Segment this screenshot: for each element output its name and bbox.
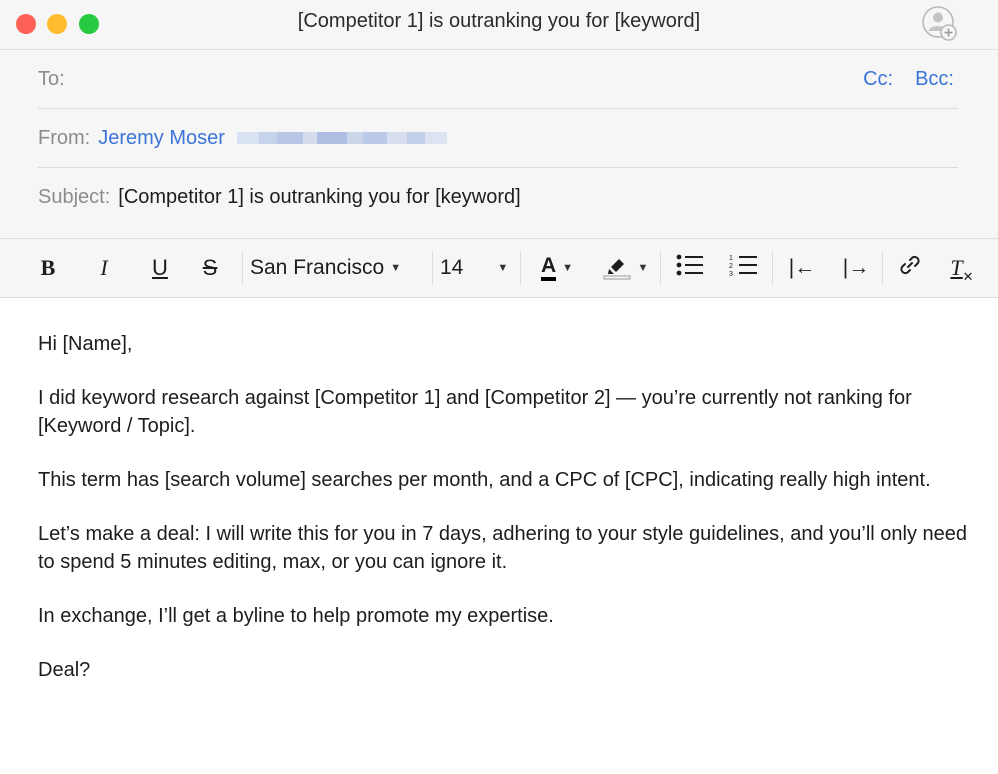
font-family-value: San Francisco: [250, 256, 385, 279]
indent-icon: |→: [842, 256, 870, 279]
clear-formatting-button[interactable]: T✕: [942, 239, 982, 297]
body-paragraph-1: I did keyword research against [Competit…: [38, 387, 912, 437]
cc-bcc-group: Cc: Bcc:: [863, 50, 954, 109]
from-row[interactable]: From: Jeremy Moser: [38, 109, 958, 168]
body-paragraph-2: This term has [search volume] searches p…: [38, 469, 931, 491]
numbered-list-icon: 1 2 3: [729, 253, 759, 283]
underline-button[interactable]: U: [142, 239, 178, 297]
toolbar-divider: [882, 251, 883, 285]
bullet-list-button[interactable]: [670, 239, 710, 297]
font-size-select[interactable]: 14 ▼: [440, 239, 518, 297]
text-color-icon: A: [540, 255, 557, 281]
chevron-down-icon: ▼: [390, 262, 402, 274]
subject-field[interactable]: [Competitor 1] is outranking you for [ke…: [118, 186, 520, 209]
to-label: To:: [38, 67, 65, 90]
toolbar-divider: [520, 251, 521, 285]
font-family-select[interactable]: San Francisco ▼: [250, 239, 430, 297]
cc-button[interactable]: Cc:: [863, 68, 893, 91]
outdent-button[interactable]: |←: [780, 239, 824, 297]
message-header: To: Cc: Bcc: From: Jeremy Moser Subject:…: [0, 50, 998, 238]
link-button[interactable]: [890, 239, 930, 297]
font-size-value: 14: [440, 256, 464, 279]
highlight-icon: [602, 250, 632, 286]
indent-button[interactable]: |→: [834, 239, 878, 297]
outdent-icon: |←: [788, 256, 816, 279]
toolbar-divider: [432, 251, 433, 285]
svg-text:2: 2: [729, 263, 733, 270]
title-bar: [Competitor 1] is outranking you for [ke…: [0, 0, 998, 50]
chevron-down-icon: ▼: [562, 262, 574, 274]
from-label: From:: [38, 126, 91, 149]
bold-button[interactable]: B: [30, 239, 66, 297]
subject-label: Subject:: [38, 186, 111, 208]
svg-text:3: 3: [729, 271, 733, 277]
body-paragraph-4: In exchange, I’ll get a byline to help p…: [38, 605, 554, 627]
toolbar-divider: [660, 251, 661, 285]
toolbar-divider: [772, 251, 773, 285]
body-closing: Deal?: [38, 659, 91, 681]
link-icon: [897, 252, 923, 284]
text-color-button[interactable]: A ▼: [532, 239, 582, 297]
to-row[interactable]: To: Cc: Bcc:: [38, 50, 958, 109]
window-title: [Competitor 1] is outranking you for [ke…: [297, 10, 701, 32]
subject-row[interactable]: Subject: [Competitor 1] is outranking yo…: [38, 168, 958, 227]
numbered-list-button[interactable]: 1 2 3: [724, 239, 764, 297]
add-contact-icon[interactable]: [920, 4, 960, 44]
bullet-list-icon: [675, 253, 705, 283]
strikethrough-button[interactable]: S: [192, 239, 228, 297]
svg-text:1: 1: [729, 255, 733, 262]
clear-formatting-icon: T✕: [950, 255, 974, 284]
chevron-down-icon: ▼: [497, 262, 509, 274]
chevron-down-icon: ▼: [637, 262, 649, 274]
redacted-email: [236, 131, 447, 145]
body-greeting: Hi [Name],: [38, 333, 133, 355]
toolbar-divider: [242, 251, 243, 285]
from-sender-name[interactable]: Jeremy Moser: [98, 127, 225, 150]
body-paragraph-3: Let’s make a deal: I will write this for…: [38, 523, 968, 573]
bcc-button[interactable]: Bcc:: [915, 68, 954, 91]
highlight-button[interactable]: ▼: [598, 239, 652, 297]
italic-button[interactable]: I: [86, 239, 122, 297]
message-body[interactable]: Hi [Name], I did keyword research agains…: [38, 330, 978, 710]
formatting-toolbar: B I U S San Francisco ▼ 14 ▼ A ▼ ▼ 1 2 3…: [0, 238, 998, 298]
